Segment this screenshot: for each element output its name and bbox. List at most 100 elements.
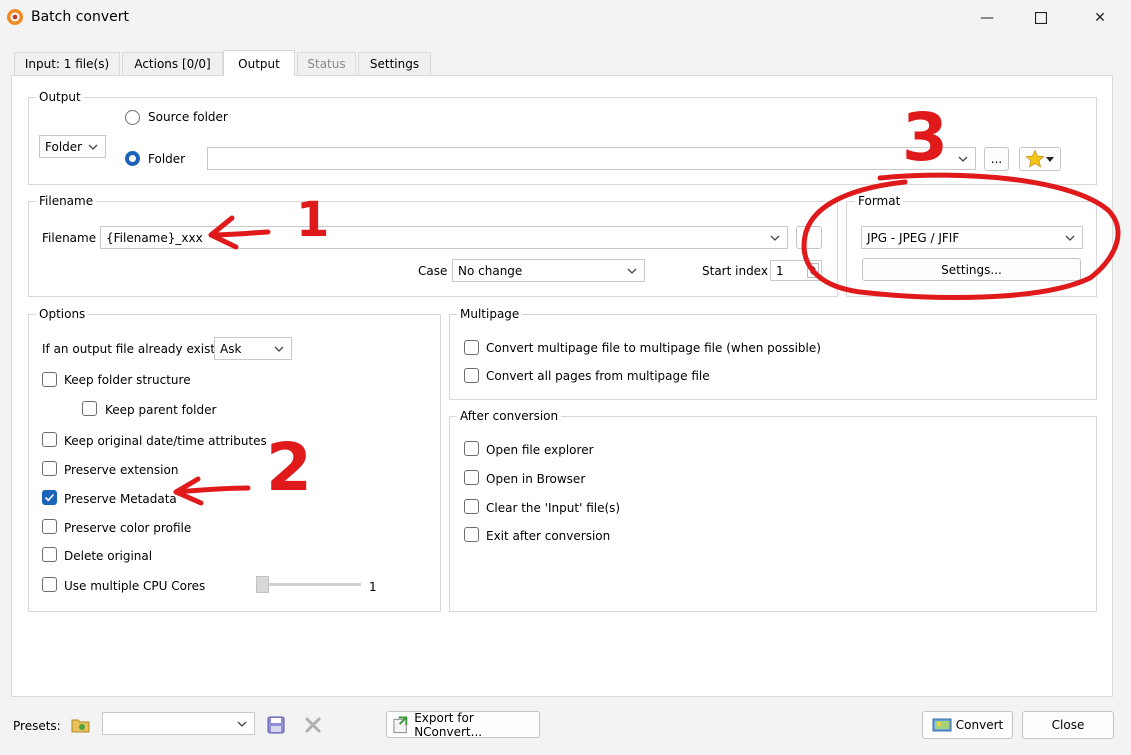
delete-original-label: Delete original [64,549,153,563]
folder-radio[interactable] [125,151,140,166]
star-icon [1025,149,1045,168]
xnview-app-icon [7,9,23,25]
filename-group-label: Filename [36,194,97,208]
keep-folder-structure-label: Keep folder structure [64,373,191,387]
filename-group [28,201,838,297]
output-mode-value: Folder [45,139,83,154]
after-conversion-group-label: After conversion [457,409,562,423]
convert-all-pages-checkbox[interactable] [464,368,479,383]
close-icon: ✕ [1094,10,1106,26]
spin-arrows-icon [807,263,819,278]
format-select[interactable]: JPG - JPEG / JFIF [861,226,1083,249]
convert-all-pages-label: Convert all pages from multipage file [486,369,710,383]
browse-folder-button[interactable]: ... [984,147,1009,171]
open-browser-label: Open in Browser [486,472,586,486]
maximize-icon [1035,12,1047,24]
open-folder-icon [71,719,90,733]
export-nconvert-label: Export for NConvert... [414,710,483,739]
filename-pattern-value: {Filename}_xxx [106,230,203,245]
preserve-extension-label: Preserve extension [64,463,179,477]
maximize-button[interactable] [1012,0,1070,36]
multiple-cpu-checkbox[interactable] [42,577,57,592]
multiple-cpu-label: Use multiple CPU Cores [64,579,206,593]
open-explorer-checkbox[interactable] [464,441,479,456]
options-group-label: Options [36,307,89,321]
keep-datetime-checkbox[interactable] [42,432,57,447]
file-exists-select[interactable]: Ask [214,337,292,360]
chevron-down-icon [88,144,98,150]
start-index-value: 1 [776,263,784,278]
convert-label: Convert [955,718,1004,732]
presets-select[interactable] [102,712,255,735]
tab-output[interactable]: Output [223,50,295,76]
filename-options-button[interactable] [796,226,822,249]
chevron-down-icon [237,721,247,727]
delete-original-checkbox[interactable] [42,547,57,562]
open-explorer-label: Open file explorer [486,443,594,457]
preserve-extension-checkbox[interactable] [42,461,57,476]
chevron-down-icon [770,235,780,241]
format-value: JPG - JPEG / JFIF [867,230,960,245]
tab-actions[interactable]: Actions [0/0] [122,52,223,75]
folder-label: Folder [148,152,186,166]
preserve-metadata-label: Preserve Metadata [64,492,177,506]
tab-input[interactable]: Input: 1 file(s) [14,52,120,75]
dropdown-arrow-icon [1046,157,1054,162]
chevron-down-icon [627,268,637,274]
filename-pattern-input[interactable]: {Filename}_xxx [100,226,788,249]
load-preset-button[interactable] [70,714,92,736]
case-value: No change [458,263,523,278]
convert-multipage-checkbox[interactable] [464,340,479,355]
cpu-cores-slider-thumb[interactable] [256,576,269,593]
keep-parent-folder-checkbox[interactable] [82,401,97,416]
filename-field-label: Filename [42,231,97,245]
window-title: Batch convert [31,9,129,25]
convert-multipage-label: Convert multipage file to multipage file… [486,341,821,355]
preserve-metadata-checkbox[interactable] [42,490,57,505]
save-preset-button[interactable] [266,715,286,735]
open-browser-checkbox[interactable] [464,470,479,485]
clear-input-checkbox[interactable] [464,499,479,514]
save-icon [267,716,285,734]
multipage-group [449,314,1097,400]
preserve-color-profile-checkbox[interactable] [42,519,57,534]
format-group-label: Format [855,194,904,208]
tab-settings[interactable]: Settings [358,52,431,75]
minimize-button[interactable]: — [958,0,1016,36]
clear-input-label: Clear the 'Input' file(s) [486,501,621,515]
start-index-stepper[interactable]: 1 [770,260,822,281]
close-button[interactable]: Close [1022,711,1114,739]
favorites-button[interactable] [1019,147,1061,171]
exit-after-checkbox[interactable] [464,527,479,542]
chevron-down-icon [1065,235,1075,241]
file-exists-label: If an output file already exists [42,342,222,356]
presets-label: Presets: [13,719,61,733]
multipage-group-label: Multipage [457,307,523,321]
chevron-down-icon [958,156,968,162]
keep-folder-structure-checkbox[interactable] [42,372,57,387]
file-exists-value: Ask [220,341,242,356]
cpu-cores-slider-track[interactable] [256,583,361,586]
case-label: Case [418,264,448,278]
checkmark-icon [44,493,55,502]
cpu-cores-value: 1 [369,580,377,594]
output-group-label: Output [36,90,84,104]
format-settings-button[interactable]: Settings... [862,258,1081,281]
case-select[interactable]: No change [452,259,645,282]
keep-parent-folder-label: Keep parent folder [105,403,217,417]
preserve-color-profile-label: Preserve color profile [64,521,192,535]
source-folder-radio[interactable] [125,110,140,125]
start-index-label: Start index [702,264,768,278]
convert-button[interactable]: Convert [922,711,1013,739]
keep-datetime-label: Keep original date/time attributes [64,434,267,448]
folder-path-input[interactable] [207,147,976,170]
chevron-down-icon [274,346,284,352]
tab-status[interactable]: Status [297,52,356,75]
format-group [846,201,1097,297]
export-nconvert-button[interactable]: Export for NConvert... [386,710,540,739]
source-folder-label: Source folder [148,110,228,124]
export-icon [393,715,408,733]
output-mode-select[interactable]: Folder [39,135,106,158]
close-window-button[interactable]: ✕ [1071,0,1129,36]
delete-preset-button[interactable] [303,715,323,735]
